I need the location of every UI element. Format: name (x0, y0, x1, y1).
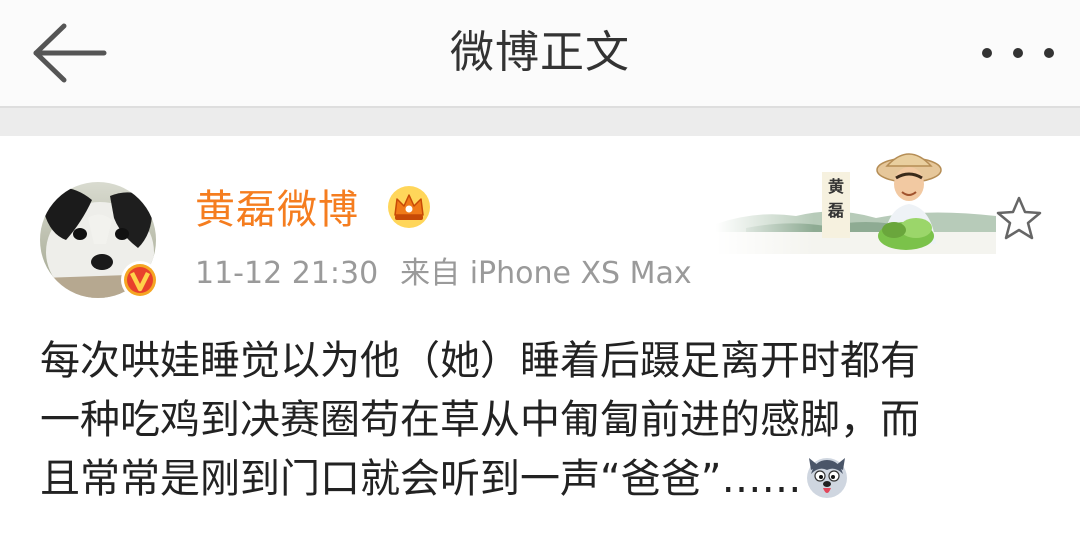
banner-illustration: 黄 磊 (716, 144, 996, 254)
post-content-line-2: 一种吃鸡到决赛圈苟在草从中匍匐前进的感脚，而 (40, 397, 920, 443)
weibo-detail-screen: 微博正文 黄磊微博 11-12 21:30 来自 iPhone XS Max 黄… (0, 0, 1080, 555)
verified-v-icon (121, 261, 159, 299)
banner-label-bottom: 磊 (827, 201, 844, 220)
post-content-line-3: 且常常是刚到门口就会听到一声“爸爸”…… (40, 450, 1050, 509)
star-outline-icon (996, 196, 1042, 240)
banner-label-top: 黄 (828, 177, 844, 196)
more-options-button[interactable] (976, 28, 1060, 78)
post-content-line-3-text: 且常常是刚到门口就会听到一声“爸爸”…… (40, 456, 802, 502)
post-content: 每次哄娃睡觉以为他（她）睡着后蹑足离开时都有 一种吃鸡到决赛圈苟在草从中匍匐前进… (40, 332, 1050, 509)
page-title: 微博正文 (450, 27, 630, 78)
post-timestamp: 11-12 21:30 (195, 256, 379, 291)
section-divider (0, 106, 1080, 136)
post-source: 来自 iPhone XS Max (400, 256, 692, 291)
weibo-post-card: 黄磊微博 11-12 21:30 来自 iPhone XS Max 黄 磊 每次… (0, 136, 1080, 555)
post-meta: 11-12 21:30 来自 iPhone XS Max (195, 254, 692, 294)
post-author-name[interactable]: 黄磊微博 (195, 184, 359, 236)
top-navbar: 微博正文 (0, 0, 1080, 106)
husky-emoji-icon (807, 458, 848, 498)
profile-card-banner[interactable]: 黄 磊 (716, 144, 996, 254)
favorite-button[interactable] (994, 194, 1044, 244)
post-content-line-1: 每次哄娃睡觉以为他（她）睡着后蹑足离开时都有 (40, 338, 920, 384)
crown-icon (388, 186, 430, 228)
